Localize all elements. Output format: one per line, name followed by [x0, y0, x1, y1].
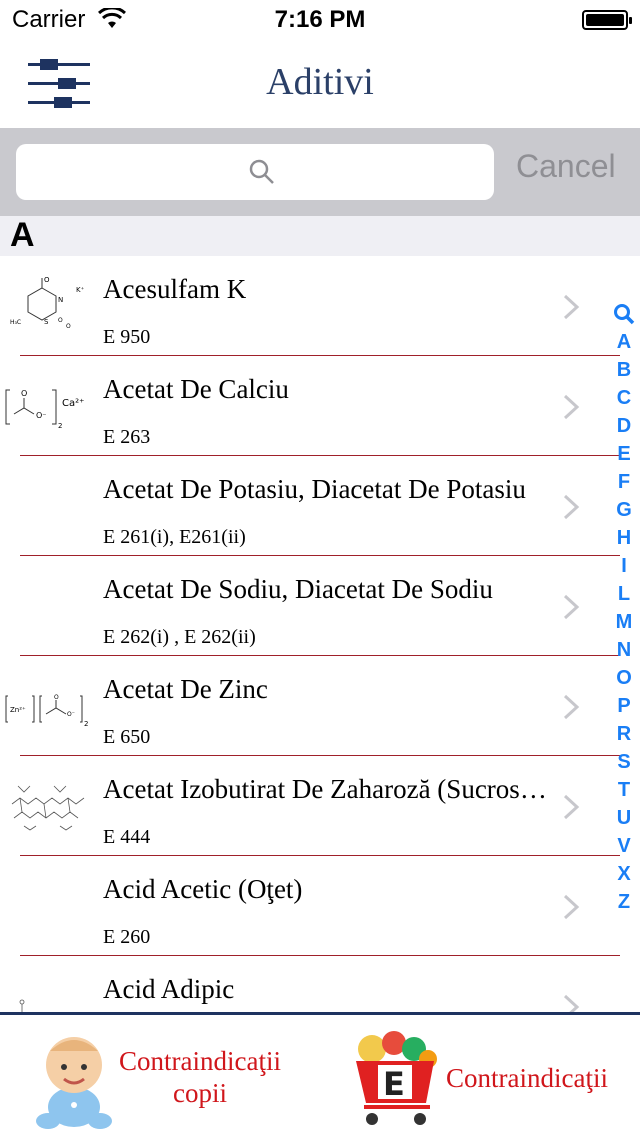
- additives-list: O N K⁺ S O O H₃C Acesulfam K E 950 O O⁻ …: [0, 256, 640, 1012]
- item-code: E 261(i), E261(ii): [103, 526, 246, 548]
- index-letter-o[interactable]: O: [610, 664, 638, 692]
- svg-text:O: O: [54, 694, 59, 701]
- molecule-thumbnail: OH: [19, 999, 25, 1012]
- svg-text:O: O: [21, 389, 27, 398]
- item-code: E 650: [103, 726, 151, 748]
- index-letter-s[interactable]: S: [610, 748, 638, 776]
- svg-text:O⁻: O⁻: [67, 711, 75, 718]
- section-header: A: [0, 216, 640, 256]
- index-letter-z[interactable]: Z: [610, 888, 638, 916]
- baby-icon[interactable]: [28, 1027, 120, 1131]
- item-name: Acetat De Potasiu, Diacetat De Potasiu: [103, 474, 526, 504]
- shopping-cart-icon[interactable]: E: [350, 1027, 442, 1127]
- chevron-right-icon: [563, 394, 580, 420]
- index-letter-d[interactable]: D: [610, 412, 638, 440]
- item-name: Acesulfam K: [103, 274, 247, 304]
- index-letter-f[interactable]: F: [610, 468, 638, 496]
- item-name: Acetat De Sodiu, Diacetat De Sodiu: [103, 574, 493, 604]
- svg-text:2: 2: [84, 720, 88, 728]
- svg-text:E: E: [383, 1065, 405, 1103]
- contraindications-button[interactable]: Contraindicaţii: [446, 1063, 608, 1094]
- index-letter-t[interactable]: T: [610, 776, 638, 804]
- index-letter-u[interactable]: U: [610, 804, 638, 832]
- search-bar: Cancel: [0, 128, 640, 216]
- list-item[interactable]: O O⁻ 2 Ca²⁺ Acetat De Calciu E 263: [0, 356, 640, 456]
- svg-text:O⁻: O⁻: [36, 411, 47, 420]
- item-code: E 262(i) , E 262(ii): [103, 626, 256, 648]
- index-letter-e[interactable]: E: [610, 440, 638, 468]
- svg-text:O: O: [66, 323, 71, 330]
- svg-text:2: 2: [58, 422, 62, 430]
- svg-text:N: N: [58, 296, 63, 304]
- battery-icon: [582, 10, 632, 30]
- list-item[interactable]: O N K⁺ S O O H₃C Acesulfam K E 950: [0, 256, 640, 356]
- index-letter-g[interactable]: G: [610, 496, 638, 524]
- index-letter-m[interactable]: M: [610, 608, 638, 636]
- index-letter-r[interactable]: R: [610, 720, 638, 748]
- list-item[interactable]: Zn²⁺ O O⁻ 2 Acetat De Zinc E 650: [0, 656, 640, 756]
- svg-text:K⁺: K⁺: [76, 286, 85, 294]
- item-name: Acetat Izobutirat De Zaharoză (Sucrose A…: [103, 774, 555, 804]
- chevron-right-icon: [563, 294, 580, 320]
- item-code: E 263: [103, 426, 151, 448]
- index-letter-h[interactable]: H: [610, 524, 638, 552]
- bottom-toolbar: Contraindicaţii copii E Contraindicaţii: [0, 1012, 640, 1136]
- clock: 7:16 PM: [274, 6, 366, 33]
- index-letter-c[interactable]: C: [610, 384, 638, 412]
- chevron-right-icon: [563, 994, 580, 1012]
- molecule-thumbnail: O O⁻ 2 Ca²⁺: [5, 389, 84, 430]
- index-letter-p[interactable]: P: [610, 692, 638, 720]
- status-bar: Carrier 7:16 PM: [0, 0, 640, 40]
- index-letter-v[interactable]: V: [610, 832, 638, 860]
- item-code: E 260: [103, 926, 151, 948]
- list-item[interactable]: Acetat De Sodiu, Diacetat De Sodiu E 262…: [0, 556, 640, 656]
- item-code: E 444: [103, 826, 151, 848]
- search-icon: [249, 159, 274, 184]
- chevron-right-icon: [563, 494, 580, 520]
- search-input[interactable]: [16, 144, 494, 200]
- chevron-right-icon: [563, 694, 580, 720]
- list-item[interactable]: Acetat Izobutirat De Zaharoză (Sucrose A…: [0, 756, 640, 856]
- children-contraindications-line1: Contraindicaţii: [119, 1046, 281, 1076]
- item-name: Acetat De Calciu: [103, 374, 289, 404]
- children-contraindications-button[interactable]: Contraindicaţii copii: [114, 1045, 286, 1109]
- item-name: Acetat De Zinc: [103, 674, 268, 704]
- index-letter-i[interactable]: I: [610, 552, 638, 580]
- section-index[interactable]: ABCDEFGHILMNOPRSTUVXZ: [610, 300, 638, 916]
- section-letter: A: [10, 216, 35, 254]
- svg-text:Zn²⁺: Zn²⁺: [10, 706, 26, 714]
- molecule-thumbnail: [11, 785, 85, 831]
- svg-text:O: O: [44, 276, 50, 284]
- chevron-right-icon: [563, 594, 580, 620]
- page-title: Aditivi: [266, 61, 374, 103]
- cancel-button[interactable]: Cancel: [516, 148, 616, 185]
- index-letter-n[interactable]: N: [610, 636, 638, 664]
- index-letter-l[interactable]: L: [610, 580, 638, 608]
- item-name: Acid Acetic (Oţet): [103, 874, 303, 904]
- index-search-icon[interactable]: [610, 300, 638, 328]
- index-letter-b[interactable]: B: [610, 356, 638, 384]
- svg-text:S: S: [44, 318, 49, 326]
- chevron-right-icon: [563, 894, 580, 920]
- list-item[interactable]: OH Acid Adipic: [0, 956, 640, 1012]
- list-item[interactable]: Acetat De Potasiu, Diacetat De Potasiu E…: [0, 456, 640, 556]
- svg-text:O: O: [58, 317, 63, 324]
- item-code: E 950: [103, 326, 151, 348]
- navigation-bar: Aditivi: [0, 40, 640, 128]
- list-item[interactable]: Acid Acetic (Oţet) E 260: [0, 856, 640, 956]
- molecule-thumbnail: Zn²⁺ O O⁻ 2: [5, 694, 88, 728]
- svg-text:Ca²⁺: Ca²⁺: [62, 398, 84, 409]
- chevron-right-icon: [563, 794, 580, 820]
- svg-text:H₃C: H₃C: [10, 319, 21, 326]
- children-contraindications-line2: copii: [173, 1078, 227, 1108]
- molecule-thumbnail: O N K⁺ S O O H₃C: [10, 276, 85, 330]
- index-letter-x[interactable]: X: [610, 860, 638, 888]
- index-letter-a[interactable]: A: [610, 328, 638, 356]
- item-name: Acid Adipic: [103, 974, 235, 1004]
